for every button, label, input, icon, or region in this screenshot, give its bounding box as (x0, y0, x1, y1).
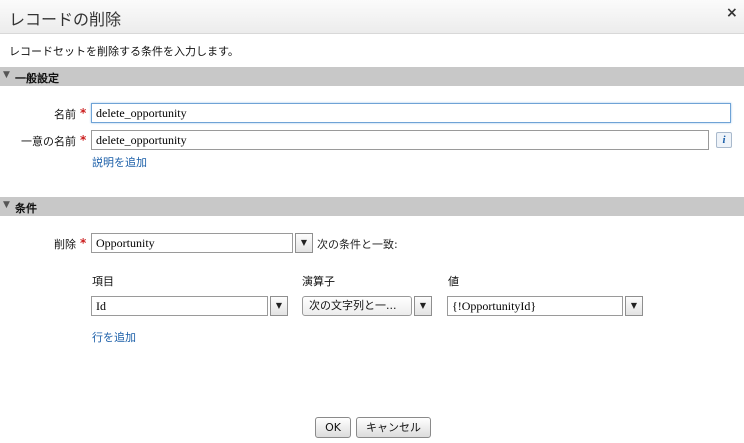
chevron-down-icon[interactable]: ▼ (625, 296, 643, 316)
required-mark: * (80, 133, 87, 147)
cancel-button[interactable]: キャンセル (356, 417, 431, 438)
dialog-description: レコードセットを削除する条件を入力します。 (9, 45, 239, 58)
required-mark: * (80, 106, 87, 120)
add-description-link[interactable]: 説明を追加 (92, 154, 147, 170)
triangle-down-icon: ▼ (3, 200, 10, 210)
object-select[interactable]: Opportunity (91, 233, 293, 253)
name-input[interactable]: delete_opportunity (91, 103, 731, 123)
unique-name-input[interactable]: delete_opportunity (91, 130, 709, 150)
column-header-operator: 演算子 (302, 275, 335, 288)
match-text: 次の条件と一致: (317, 238, 398, 251)
triangle-down-icon: ▼ (3, 70, 10, 80)
chevron-down-icon[interactable]: ▼ (295, 233, 313, 253)
add-row-link[interactable]: 行を追加 (92, 329, 136, 345)
required-mark: * (80, 236, 87, 250)
name-label: 名前 (54, 108, 76, 121)
section-conditions-header[interactable]: ▼ 条件 (0, 197, 744, 216)
dialog-title: レコードの削除 (9, 10, 122, 29)
chevron-down-icon[interactable]: ▼ (270, 296, 288, 316)
info-icon[interactable]: i (716, 132, 732, 148)
operator-select[interactable]: 次の文字列と一... (302, 296, 412, 316)
chevron-down-icon[interactable]: ▼ (414, 296, 432, 316)
ok-button[interactable]: OK (315, 417, 351, 438)
close-icon[interactable]: × (726, 5, 738, 21)
unique-name-label: 一意の名前 (21, 135, 76, 148)
delete-label: 削除 (54, 238, 76, 251)
column-header-value: 値 (448, 275, 459, 288)
section-general-header[interactable]: ▼ 一般設定 (0, 67, 744, 86)
value-input[interactable]: {!OpportunityId} (447, 296, 623, 316)
section-general-title: 一般設定 (15, 72, 59, 85)
field-select[interactable]: Id (91, 296, 268, 316)
column-header-field: 項目 (92, 275, 114, 288)
section-conditions-title: 条件 (15, 202, 37, 215)
